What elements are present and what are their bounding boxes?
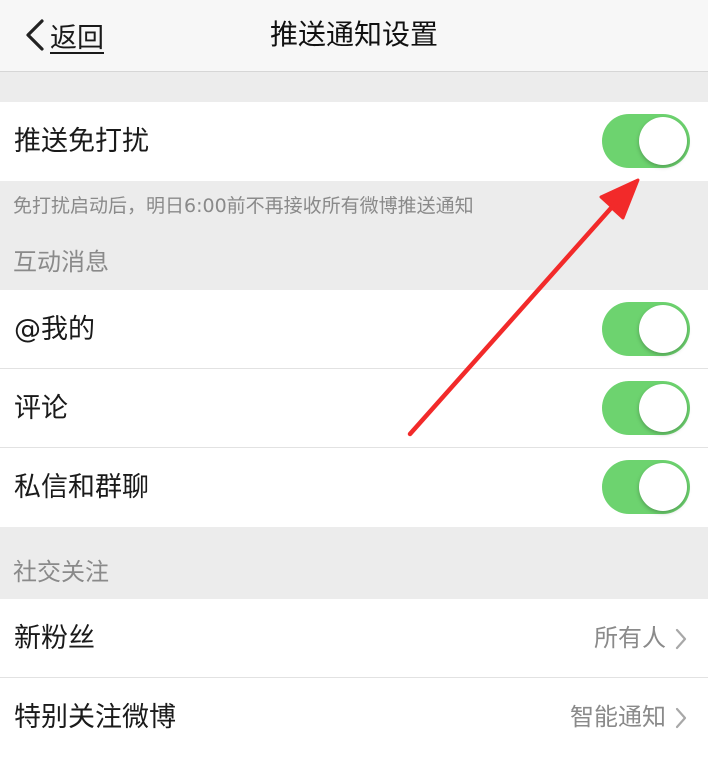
dnd-row: 推送免打扰 — [0, 102, 708, 181]
toggle-knob — [639, 384, 687, 432]
toggle-knob — [639, 117, 687, 165]
dnd-note: 免打扰启动后，明日6:00前不再接收所有微博推送通知 — [13, 195, 474, 217]
toggle-knob — [639, 463, 687, 511]
mentions-label: @我的 — [14, 314, 95, 345]
special-follow-label: 特别关注微博 — [14, 702, 176, 733]
section-header-interaction: 互动消息 — [13, 248, 109, 276]
new-followers-value: 所有人 — [594, 624, 666, 652]
navigation-bar: 返回 推送通知设置 — [0, 0, 708, 72]
chevron-right-icon — [675, 707, 687, 729]
dnd-toggle[interactable] — [602, 114, 690, 168]
setting-row-new-followers[interactable]: 新粉丝 所有人 — [0, 599, 708, 678]
page-title: 推送通知设置 — [269, 18, 438, 51]
section-header-social: 社交关注 — [13, 558, 109, 586]
special-follow-value: 智能通知 — [570, 703, 666, 731]
setting-row-messages: 私信和群聊 — [0, 448, 708, 527]
mentions-toggle[interactable] — [602, 302, 690, 356]
setting-row-special-follow[interactable]: 特别关注微博 智能通知 — [0, 678, 708, 757]
comments-toggle[interactable] — [602, 381, 690, 435]
new-followers-label: 新粉丝 — [14, 623, 95, 654]
dnd-label: 推送免打扰 — [14, 126, 149, 157]
comments-label: 评论 — [14, 393, 68, 424]
chevron-right-icon — [675, 628, 687, 650]
messages-label: 私信和群聊 — [14, 472, 149, 503]
messages-toggle[interactable] — [602, 460, 690, 514]
setting-row-mentions: @我的 — [0, 290, 708, 369]
toggle-knob — [639, 305, 687, 353]
setting-row-comments: 评论 — [0, 369, 708, 448]
